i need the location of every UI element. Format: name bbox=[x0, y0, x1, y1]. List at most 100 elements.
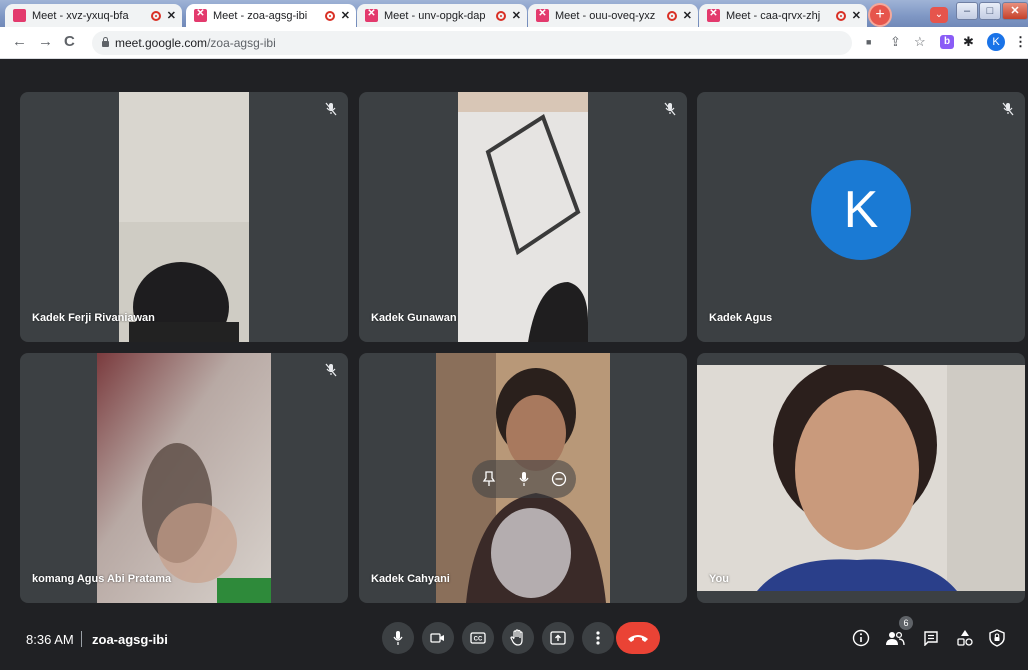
window-minimize-button[interactable]: – bbox=[956, 2, 978, 20]
new-tab-button[interactable]: + bbox=[870, 5, 890, 25]
participant-tile[interactable]: komang Agus Abi Pratama bbox=[20, 353, 348, 603]
meeting-controls-bar: 8:36 AM zoa-agsg-ibi CC bbox=[0, 612, 1028, 670]
tab-meet-3[interactable]: Meet - unv-opgk-dap ✕ bbox=[357, 4, 527, 27]
mic-off-icon bbox=[325, 102, 337, 116]
bookmark-star-icon[interactable]: ☆ bbox=[914, 34, 926, 50]
participant-tile[interactable]: K Kadek Agus bbox=[697, 92, 1025, 342]
meet-favicon-icon bbox=[536, 8, 549, 22]
meet-favicon-icon bbox=[707, 8, 720, 22]
tab-close-icon[interactable]: ✕ bbox=[341, 9, 350, 22]
mute-participant-icon[interactable] bbox=[514, 469, 534, 489]
chat-icon bbox=[924, 631, 938, 646]
participant-video bbox=[119, 92, 249, 342]
raise-hand-icon bbox=[510, 629, 523, 646]
back-button[interactable]: ← bbox=[12, 33, 27, 50]
address-bar[interactable]: meet.google.com/zoa-agsg-ibi bbox=[92, 31, 852, 55]
microphone-button[interactable] bbox=[382, 622, 414, 654]
meeting-clock: 8:36 AM bbox=[26, 632, 74, 647]
participant-tile[interactable]: Kadek Ferji Rivaniawan bbox=[20, 92, 348, 342]
tab-title: Meet - xvz-yxuq-bfa bbox=[32, 9, 129, 22]
mic-off-icon bbox=[325, 363, 337, 377]
microphone-icon bbox=[393, 631, 403, 645]
recording-icon bbox=[666, 10, 677, 21]
tab-title: Meet - ouu-oveq-yxz bbox=[555, 9, 656, 22]
recording-icon bbox=[324, 10, 335, 21]
remove-participant-icon[interactable] bbox=[549, 469, 569, 489]
activities-button[interactable] bbox=[954, 627, 976, 649]
participant-name: komang Agus Abi Pratama bbox=[32, 573, 172, 585]
tab-meet-4[interactable]: Meet - ouu-oveq-yxz ✕ bbox=[528, 4, 698, 27]
tab-close-icon[interactable]: ✕ bbox=[683, 9, 692, 22]
hang-up-icon bbox=[628, 635, 648, 642]
profile-avatar[interactable]: K bbox=[987, 33, 1005, 51]
people-icon bbox=[886, 631, 905, 646]
present-screen-button[interactable] bbox=[542, 622, 574, 654]
meet-favicon-icon bbox=[194, 8, 207, 22]
more-options-button[interactable] bbox=[582, 622, 614, 654]
leave-call-button[interactable] bbox=[616, 622, 660, 654]
activities-shapes-icon bbox=[957, 630, 973, 646]
camera-button[interactable] bbox=[422, 622, 454, 654]
video-camera-icon bbox=[430, 633, 444, 643]
svg-text:CC: CC bbox=[474, 637, 483, 643]
meet-favicon-icon bbox=[365, 8, 378, 22]
shield-lock-icon bbox=[989, 629, 1005, 647]
tab-close-icon[interactable]: ✕ bbox=[512, 9, 521, 22]
chat-button[interactable] bbox=[920, 627, 942, 649]
browser-toolbar: ← → C meet.google.com/zoa-agsg-ibi ■ ⇪ ☆… bbox=[0, 27, 1028, 59]
present-screen-icon bbox=[550, 631, 566, 645]
window-close-button[interactable]: ✕ bbox=[1002, 2, 1028, 20]
tile-hover-controls bbox=[472, 460, 576, 498]
camera-in-use-icon[interactable]: ■ bbox=[866, 37, 871, 47]
url-host: meet.google.com bbox=[115, 36, 208, 50]
extensions-puzzle-icon[interactable]: ✱ bbox=[963, 34, 974, 50]
participant-count-badge: 6 bbox=[899, 616, 913, 630]
participant-video bbox=[697, 365, 1025, 591]
tab-meet-2[interactable]: Meet - zoa-agsg-ibi ✕ bbox=[186, 4, 356, 27]
raise-hand-button[interactable] bbox=[502, 622, 534, 654]
participant-tile[interactable]: Kadek Gunawan bbox=[359, 92, 687, 342]
tab-title: Meet - zoa-agsg-ibi bbox=[213, 9, 308, 22]
tab-close-icon[interactable]: ✕ bbox=[852, 9, 861, 22]
recording-icon bbox=[150, 10, 161, 21]
browser-tab-strip: Meet - xvz-yxuq-bfa ✕ Meet - zoa-agsg-ib… bbox=[0, 0, 1028, 27]
meeting-code: zoa-agsg-ibi bbox=[92, 632, 168, 647]
tab-title: Meet - unv-opgk-dap bbox=[384, 9, 486, 22]
window-maximize-button[interactable]: □ bbox=[979, 2, 1001, 20]
meet-favicon-icon bbox=[13, 9, 26, 22]
closed-captions-icon: CC bbox=[470, 632, 486, 644]
mic-off-icon bbox=[1002, 102, 1014, 116]
participant-name: You bbox=[709, 573, 729, 585]
tab-close-icon[interactable]: ✕ bbox=[167, 9, 176, 22]
participant-tile[interactable]: You bbox=[697, 353, 1025, 603]
mic-off-icon bbox=[664, 102, 676, 116]
forward-button[interactable]: → bbox=[38, 33, 53, 50]
participant-name: Kadek Ferji Rivaniawan bbox=[32, 312, 155, 324]
tab-search-button[interactable]: ⌄ bbox=[930, 7, 948, 23]
participant-video bbox=[97, 353, 271, 603]
more-vert-icon bbox=[596, 631, 600, 645]
lock-icon[interactable] bbox=[102, 37, 109, 47]
participant-name: Kadek Agus bbox=[709, 312, 773, 324]
tab-title: Meet - caa-qrvx-zhj bbox=[726, 9, 821, 22]
tab-meet-1[interactable]: Meet - xvz-yxuq-bfa ✕ bbox=[5, 4, 182, 27]
participants-button[interactable] bbox=[884, 627, 906, 649]
extension-b-icon[interactable]: b bbox=[940, 35, 954, 49]
participant-avatar: K bbox=[811, 160, 911, 260]
reload-button[interactable]: C bbox=[64, 33, 75, 50]
meeting-details-button[interactable] bbox=[850, 627, 872, 649]
participant-name: Kadek Gunawan bbox=[371, 312, 457, 324]
participant-video bbox=[458, 92, 588, 342]
url-path: /zoa-agsg-ibi bbox=[207, 36, 276, 50]
host-controls-button[interactable] bbox=[986, 627, 1008, 649]
participant-name: Kadek Cahyani bbox=[371, 573, 450, 585]
recording-icon bbox=[495, 10, 506, 21]
captions-button[interactable]: CC bbox=[462, 622, 494, 654]
info-icon bbox=[852, 629, 870, 647]
recording-icon bbox=[835, 10, 846, 21]
browser-menu-icon[interactable]: ⋮ bbox=[1014, 34, 1027, 50]
share-icon[interactable]: ⇪ bbox=[890, 34, 901, 50]
divider bbox=[81, 631, 82, 647]
tab-meet-5[interactable]: Meet - caa-qrvx-zhj ✕ bbox=[699, 4, 867, 27]
pin-icon[interactable] bbox=[479, 469, 499, 489]
